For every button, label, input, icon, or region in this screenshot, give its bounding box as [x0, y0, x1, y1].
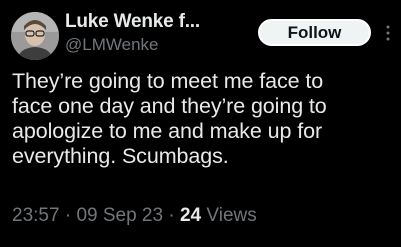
tweet-text-line: everything. Scumbags. — [12, 144, 229, 168]
more-vertical-icon[interactable] — [382, 23, 394, 43]
views-label: Views — [206, 205, 257, 226]
tweet-time[interactable]: 23:57 — [12, 205, 60, 226]
tweet-text-line: face one day and they’re going to — [12, 94, 327, 118]
follow-button[interactable]: Follow — [258, 19, 371, 46]
tweet-date[interactable]: 09 Sep 23 — [76, 205, 163, 226]
views-count: 24 — [179, 205, 202, 226]
tweet-text: They’re going to meet me face to face on… — [12, 69, 397, 169]
meta-separator: · — [163, 205, 180, 226]
avatar[interactable] — [11, 12, 59, 60]
tweet-text-line: They’re going to meet me face to — [12, 69, 324, 93]
author-display-name[interactable]: Luke Wenke f... — [65, 11, 200, 33]
author-name-row: Luke Wenke f... — [65, 10, 200, 34]
tweet-meta: 23:57 · 09 Sep 23 · 24 Views — [12, 205, 257, 227]
author-handle[interactable]: @LMWenke — [65, 35, 158, 55]
tweet-text-line: apologize to me and make up for — [12, 119, 323, 143]
meta-separator: · — [59, 205, 77, 226]
tweet-card: Luke Wenke f... @LMWenke Follow They’re … — [0, 0, 401, 247]
profile-photo-icon — [11, 12, 59, 60]
